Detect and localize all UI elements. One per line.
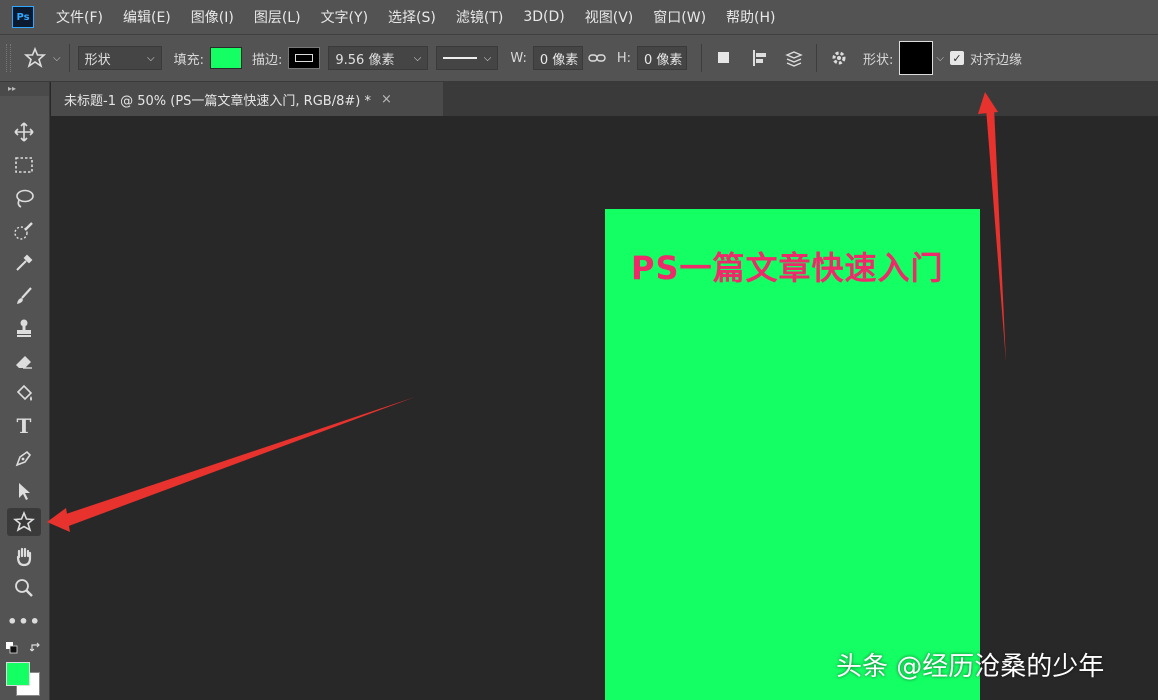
link-icon[interactable] (583, 44, 611, 72)
align-edges-label: 对齐边缘 (970, 52, 1023, 68)
menu-file[interactable]: 文件(F) (46, 7, 113, 27)
eyedropper-tool-icon[interactable] (7, 249, 41, 277)
custom-shape-icon (23, 46, 47, 68)
menu-edit[interactable]: 编辑(E) (113, 7, 181, 27)
stroke-color-swatch[interactable] (288, 47, 321, 69)
path-selection-tool-icon[interactable] (7, 477, 41, 505)
gear-icon[interactable] (825, 44, 853, 72)
foreground-color-swatch[interactable] (6, 662, 30, 686)
tools-panel: ▸▸ T ••• (0, 82, 50, 700)
menu-bar: Ps 文件(F) 编辑(E) 图像(I) 图层(L) 文字(Y) 选择(S) 滤… (0, 0, 1158, 34)
chevron-down-icon: ⌵ (147, 52, 155, 64)
width-label: W: (510, 50, 527, 66)
chevron-down-icon: ⌵ (483, 52, 492, 64)
menu-view[interactable]: 视图(V) (575, 7, 644, 27)
stamp-tool-icon[interactable] (7, 314, 41, 342)
mode-select[interactable]: 形状 ⌵ (77, 46, 162, 70)
stroke-preview-icon (295, 54, 314, 62)
brush-tool-icon[interactable] (7, 282, 41, 310)
tool-preset-picker[interactable]: ⌵ (23, 46, 61, 70)
stroke-width-select[interactable]: 9.56 像素 ⌵ (328, 46, 429, 70)
path-alignment-icon[interactable] (746, 44, 774, 72)
divider (68, 44, 70, 72)
height-label: H: (616, 50, 632, 66)
shape-label: 形状: (863, 52, 894, 68)
chevron-down-icon: ⌵ (413, 52, 422, 64)
eraser-tool-icon[interactable] (7, 347, 41, 375)
photoshop-logo: Ps (12, 6, 34, 28)
document-tab[interactable]: 未标题-1 @ 50% (PS一篇文章快速入门, RGB/8#) * × (51, 82, 443, 116)
menu-type[interactable]: 文字(Y) (311, 7, 378, 27)
menu-window[interactable]: 窗口(W) (643, 7, 716, 27)
quick-selection-tool-icon[interactable] (7, 217, 41, 245)
menu-3d[interactable]: 3D(D) (513, 9, 574, 25)
fill-label: 填充: (173, 52, 204, 68)
chevron-down-icon[interactable]: ⌵ (936, 53, 944, 64)
menu-select[interactable]: 选择(S) (378, 7, 446, 27)
options-bar-grip[interactable] (6, 44, 11, 72)
menu-layer[interactable]: 图层(L) (244, 7, 311, 27)
document-tab-title: 未标题-1 @ 50% (PS一篇文章快速入门, RGB/8#) * (64, 93, 371, 109)
custom-shape-tool-icon[interactable] (7, 508, 41, 536)
color-swatches (4, 642, 46, 698)
divider (816, 44, 818, 72)
type-tool-icon[interactable]: T (7, 412, 41, 440)
chevron-down-icon: ⌵ (53, 52, 61, 64)
more-tools-icon[interactable]: ••• (7, 607, 41, 635)
lasso-tool-icon[interactable] (7, 184, 41, 212)
align-edges-checkbox[interactable]: ✓ (950, 51, 964, 65)
collapse-panel-icon[interactable]: ▸▸ (0, 82, 49, 96)
default-colors-icon[interactable] (6, 642, 18, 654)
move-tool-icon[interactable] (7, 118, 41, 146)
line-style-icon (443, 57, 478, 59)
stroke-width-value: 9.56 像素 (335, 52, 395, 68)
options-bar: ⌵ 形状 ⌵ 填充: 描边: 9.56 像素 ⌵ ⌵ W: 0 像素 H: 0 … (0, 34, 1158, 82)
close-icon[interactable]: × (381, 92, 392, 107)
stroke-type-select[interactable]: ⌵ (436, 46, 499, 70)
paint-bucket-tool-icon[interactable] (7, 380, 41, 408)
watermark-text: 头条 @经历沧桑的少年 (836, 652, 1105, 682)
menu-filter[interactable]: 滤镜(T) (446, 7, 513, 27)
path-arrangement-icon[interactable] (780, 44, 808, 72)
menu-image[interactable]: 图像(I) (181, 7, 244, 27)
swap-colors-icon[interactable] (30, 642, 42, 654)
stroke-label: 描边: (251, 52, 283, 68)
document-canvas[interactable]: PS一篇文章快速入门 (605, 209, 980, 700)
fill-color-swatch[interactable] (209, 47, 242, 69)
pen-tool-icon[interactable] (7, 444, 41, 472)
width-field[interactable]: 0 像素 (532, 46, 583, 70)
document-tab-bar: 未标题-1 @ 50% (PS一篇文章快速入门, RGB/8#) * × (51, 82, 1158, 116)
hand-tool-icon[interactable] (7, 542, 41, 570)
shape-picker[interactable] (899, 41, 934, 75)
marquee-tool-icon[interactable] (7, 151, 41, 179)
height-field[interactable]: 0 像素 (637, 46, 688, 70)
path-operations-icon[interactable] (710, 44, 738, 72)
menu-help[interactable]: 帮助(H) (716, 7, 785, 27)
canvas-heading-text: PS一篇文章快速入门 (631, 249, 944, 287)
mode-value: 形状 (84, 52, 111, 68)
divider (701, 44, 703, 72)
zoom-tool-icon[interactable] (7, 574, 41, 602)
